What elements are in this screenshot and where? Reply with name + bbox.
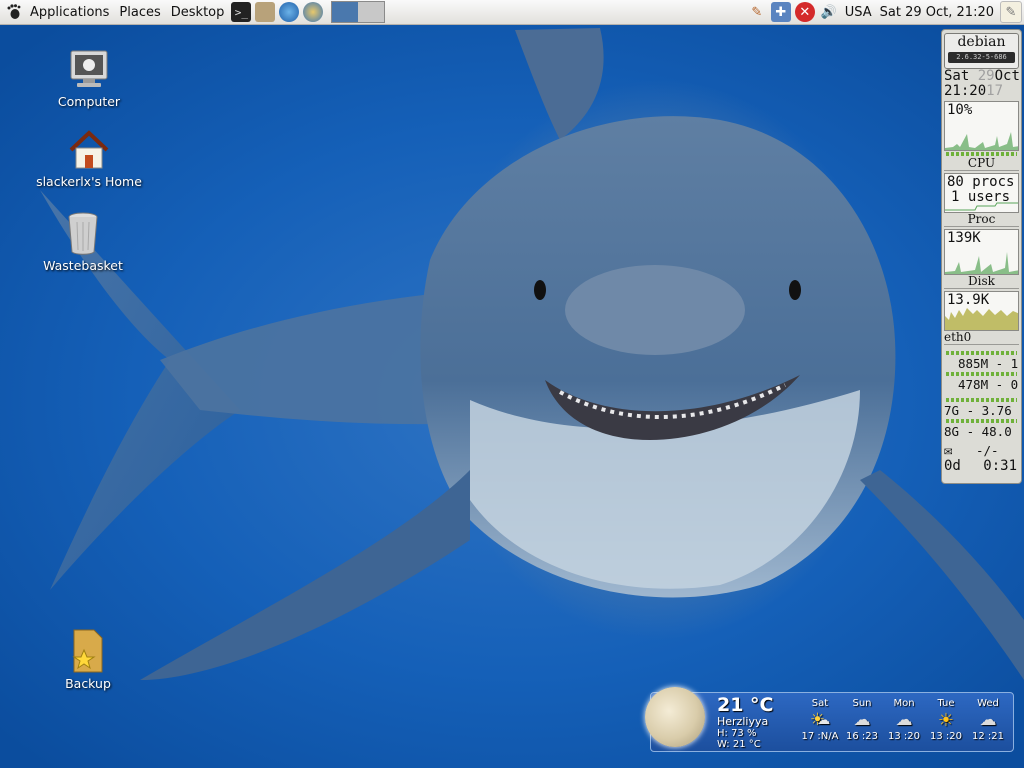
- kernel-version: 2.6.32-5-686: [948, 52, 1015, 63]
- uptime-row: 0d 0:31: [944, 459, 1019, 474]
- desktop-icon-label: Wastebasket: [43, 258, 123, 273]
- net-chart[interactable]: 13.9K: [944, 291, 1019, 331]
- fs-led-bar-1: [946, 398, 1017, 402]
- network-icon[interactable]: ✚: [770, 2, 791, 22]
- gnome-foot-icon[interactable]: [6, 4, 22, 20]
- gkrellm-hostname-panel: debian 2.6.32-5-686: [944, 33, 1019, 69]
- uptime-time: 0:31: [983, 459, 1018, 474]
- keyboard-layout-indicator[interactable]: USA: [841, 5, 876, 20]
- desktop-icon-label: Computer: [57, 94, 121, 109]
- proc-count: 80 procs: [947, 174, 1015, 190]
- weather-humidity: H: 73 %: [717, 728, 757, 739]
- forecast-temps: 16 :23: [846, 731, 878, 742]
- rain-cloud-icon: ☁: [853, 710, 871, 730]
- home-icon: [69, 130, 109, 169]
- menu-desktop[interactable]: Desktop: [166, 5, 230, 20]
- mem-row: 885M - 1.: [958, 356, 1019, 371]
- email-launcher-icon[interactable]: [303, 2, 324, 22]
- sun-icon: ☀: [937, 709, 955, 731]
- forecast-temps: 17 :N/A: [801, 731, 839, 742]
- cpu-graph: [945, 132, 1018, 150]
- top-panel: Applications Places Desktop >_ ✎ ✚ ✕ 🔊 U…: [0, 0, 1024, 25]
- disk-graph: [945, 252, 1018, 274]
- proc-chart[interactable]: 80 procs 1 users: [944, 173, 1019, 213]
- workspace-2[interactable]: [358, 2, 385, 22]
- swap-led-bar: [946, 372, 1017, 376]
- forecast-day-name: Mon: [893, 698, 915, 709]
- trash-icon: [68, 212, 98, 255]
- clock-month: Oct: [994, 68, 1020, 84]
- update-notifier-icon[interactable]: ✎: [747, 2, 767, 22]
- cpu-label: CPU: [944, 157, 1019, 171]
- terminal-launcher-icon[interactable]: >_: [231, 2, 252, 22]
- forecast-day-name: Wed: [977, 698, 999, 709]
- clock-day: 29: [977, 68, 995, 84]
- folder-star-icon: [72, 629, 103, 673]
- panel-clock[interactable]: Sat 29 Oct, 21:20: [876, 5, 998, 20]
- weather-wind: W: 21 °C: [717, 739, 761, 750]
- desktop-icon-wastebasket[interactable]: Wastebasket: [23, 210, 143, 273]
- forecast-day-5: Wed ☁ 12 :21: [965, 698, 1011, 742]
- forecast-day-name: Sun: [852, 698, 872, 709]
- forecast-day-name: Sat: [811, 698, 829, 709]
- forecast-temps: 13 :20: [888, 731, 920, 742]
- forecast-day-name: Tue: [937, 698, 955, 709]
- shark-wallpaper: [40, 28, 1024, 680]
- disk-label: Disk: [944, 275, 1019, 289]
- forecast-day-4: Tue ☀ 13 :20: [923, 698, 969, 742]
- desktop-icon-computer[interactable]: Computer: [29, 48, 149, 109]
- weather-widget[interactable]: 21 °C Herzliyya H: 73 % W: 21 °C Sat ☀ ☁ …: [645, 687, 1014, 752]
- clock-seconds: 17: [986, 83, 1004, 99]
- rain-cloud-icon: ☁: [895, 710, 913, 730]
- forecast-day-1: Sat ☀ ☁ 17 :N/A: [797, 698, 843, 742]
- moon-phase-icon: [645, 687, 705, 747]
- forecast-temps: 12 :21: [972, 731, 1004, 742]
- notes-icon[interactable]: ✎: [1000, 1, 1022, 23]
- browser-launcher-icon[interactable]: [279, 2, 300, 22]
- weather-city: Herzliyya: [717, 715, 769, 728]
- gkrellm-monitor[interactable]: debian 2.6.32-5-686 Sat 29Oct 21:2017 10…: [941, 29, 1022, 484]
- computer-icon: [70, 50, 108, 87]
- mail-row: ✉ -/-: [944, 443, 1019, 459]
- fs-led-bar-2: [946, 419, 1017, 423]
- volume-icon[interactable]: 🔊: [819, 2, 839, 22]
- mail-icon[interactable]: ✉: [944, 443, 952, 459]
- mail-count: -/-: [975, 443, 999, 458]
- forecast-temps: 13 :20: [930, 731, 962, 742]
- menu-places[interactable]: Places: [114, 5, 165, 20]
- gkrellm-time: 21:2017: [944, 84, 1021, 99]
- uptime-days: 0d: [944, 459, 961, 474]
- hostname: debian: [957, 34, 1006, 50]
- swap-row: 478M - 0.: [958, 377, 1019, 392]
- menu-applications[interactable]: Applications: [25, 5, 114, 20]
- forecast-day-3: Mon ☁ 13 :20: [881, 698, 927, 742]
- rain-cloud-icon: ☁: [979, 710, 997, 730]
- fs-row-1: 7G - 3.76: [944, 403, 1012, 418]
- clock-weekday: Sat: [944, 68, 970, 84]
- proc-label: Proc: [944, 213, 1019, 227]
- gkrellm-date: Sat 29Oct: [944, 69, 1021, 84]
- current-temperature: 21 °C: [717, 694, 774, 716]
- proc-graph: [945, 202, 1018, 211]
- desktop-icon-backup[interactable]: Backup: [28, 626, 148, 691]
- net-graph: [945, 308, 1018, 330]
- workspace-1[interactable]: [332, 2, 359, 22]
- net-label: eth0: [944, 331, 1019, 345]
- fs-row-2: 8G - 48.0: [944, 424, 1012, 439]
- disk-chart[interactable]: 139K: [944, 229, 1019, 275]
- forecast-day-2: Sun ☁ 16 :23: [839, 698, 885, 742]
- cpu-chart[interactable]: 10%: [944, 101, 1019, 151]
- file-manager-launcher-icon[interactable]: [255, 2, 276, 22]
- desktop-icon-label: Backup: [65, 676, 111, 691]
- desktop-icon-home[interactable]: slackerlx's Home: [29, 128, 149, 189]
- mem-led-bar: [946, 351, 1017, 355]
- workspace-switcher: [331, 1, 386, 23]
- clock-time: 21:20: [944, 83, 987, 99]
- sun-cloud-icon: ☀ ☁: [809, 710, 831, 730]
- desktop-icon-label: slackerlx's Home: [36, 174, 142, 189]
- close-icon[interactable]: ✕: [794, 2, 815, 22]
